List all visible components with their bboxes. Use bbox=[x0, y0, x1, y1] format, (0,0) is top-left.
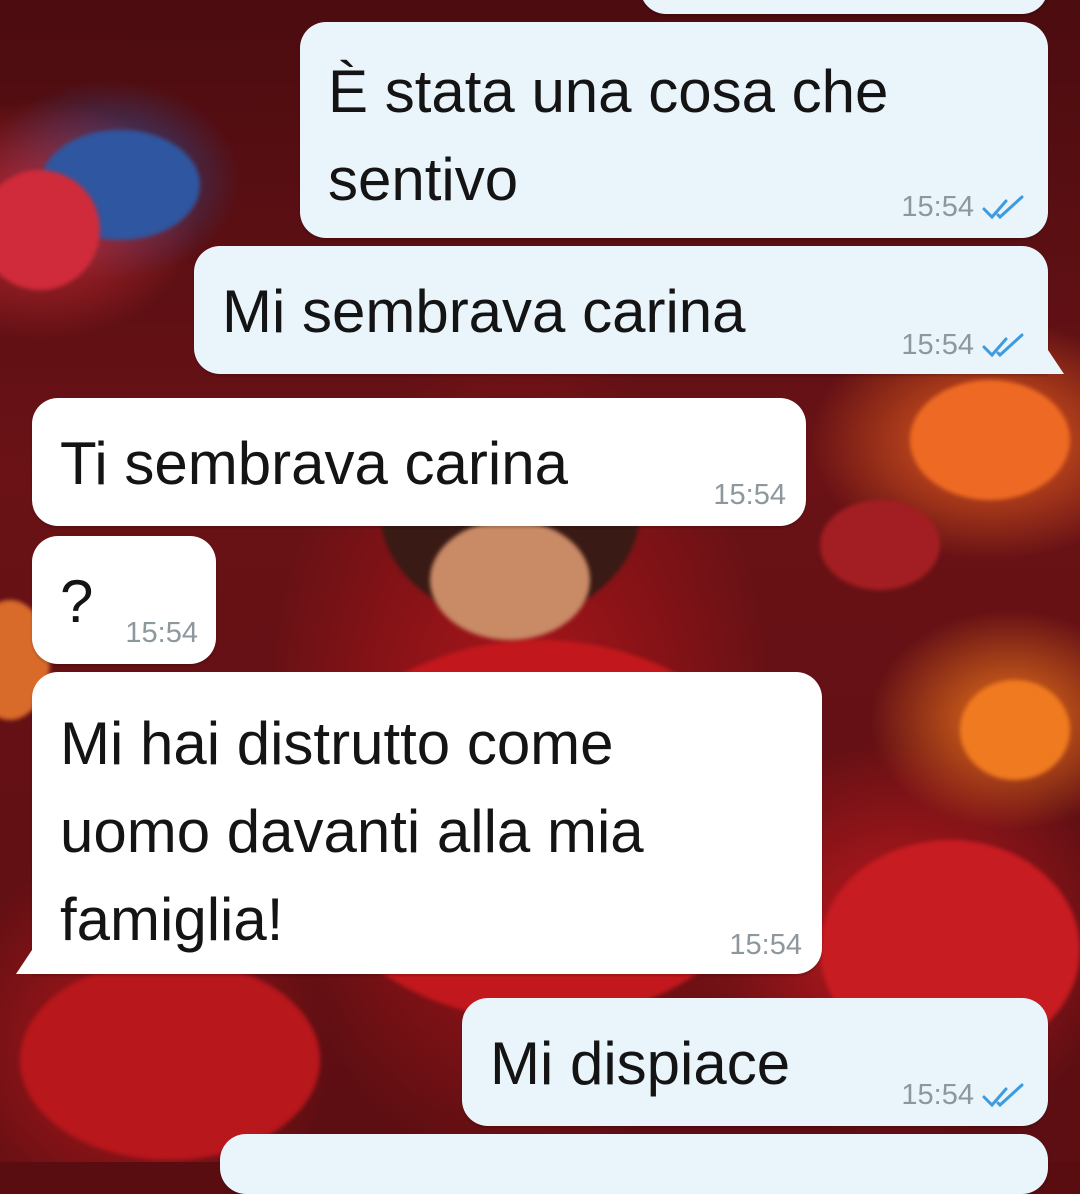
read-ticks-icon bbox=[982, 333, 1024, 357]
read-ticks-icon bbox=[982, 1083, 1024, 1107]
message-bubble-partial-bottom bbox=[220, 1134, 1048, 1194]
message-bubble-incoming[interactable]: Mi hai distrutto come uomo davanti alla … bbox=[32, 672, 822, 974]
message-text: Mi dispiace bbox=[490, 1030, 791, 1097]
message-meta: 15:54 bbox=[901, 191, 1028, 224]
wallpaper-flower bbox=[910, 380, 1070, 500]
message-bubble-partial-top bbox=[640, 0, 1048, 14]
bubble-tail bbox=[16, 950, 32, 974]
wallpaper-flower bbox=[20, 960, 320, 1160]
message-time: 15:54 bbox=[729, 929, 802, 961]
wallpaper-flower bbox=[820, 500, 940, 590]
bubble-tail bbox=[1048, 350, 1064, 374]
message-time: 15:54 bbox=[901, 191, 974, 223]
message-bubble-incoming[interactable]: ? 15:54 bbox=[32, 536, 216, 664]
message-meta: 15:54 bbox=[729, 929, 802, 962]
wallpaper-flower bbox=[960, 680, 1070, 780]
message-bubble-outgoing[interactable]: Mi sembrava carina 15:54 bbox=[194, 246, 1048, 374]
message-text: Mi hai distrutto come uomo davanti alla … bbox=[60, 710, 644, 953]
message-text: Ti sembrava carina bbox=[60, 430, 568, 497]
message-time: 15:54 bbox=[901, 329, 974, 361]
message-meta: 15:54 bbox=[713, 479, 786, 512]
read-ticks-icon bbox=[982, 195, 1024, 219]
message-time: 15:54 bbox=[713, 479, 786, 511]
message-text: È stata una cosa che sentivo bbox=[328, 58, 889, 213]
message-bubble-outgoing[interactable]: Mi dispiace 15:54 bbox=[462, 998, 1048, 1126]
message-time: 15:54 bbox=[125, 617, 198, 649]
message-bubble-incoming[interactable]: Ti sembrava carina 15:54 bbox=[32, 398, 806, 526]
message-meta: 15:54 bbox=[901, 329, 1028, 362]
message-text: Mi sembrava carina bbox=[222, 278, 746, 345]
message-bubble-outgoing[interactable]: È stata una cosa che sentivo 15:54 bbox=[300, 22, 1048, 238]
message-meta: 15:54 bbox=[125, 617, 198, 650]
message-text: ? bbox=[60, 568, 94, 635]
wallpaper-flower bbox=[430, 520, 590, 640]
message-meta: 15:54 bbox=[901, 1079, 1028, 1112]
message-time: 15:54 bbox=[901, 1079, 974, 1111]
